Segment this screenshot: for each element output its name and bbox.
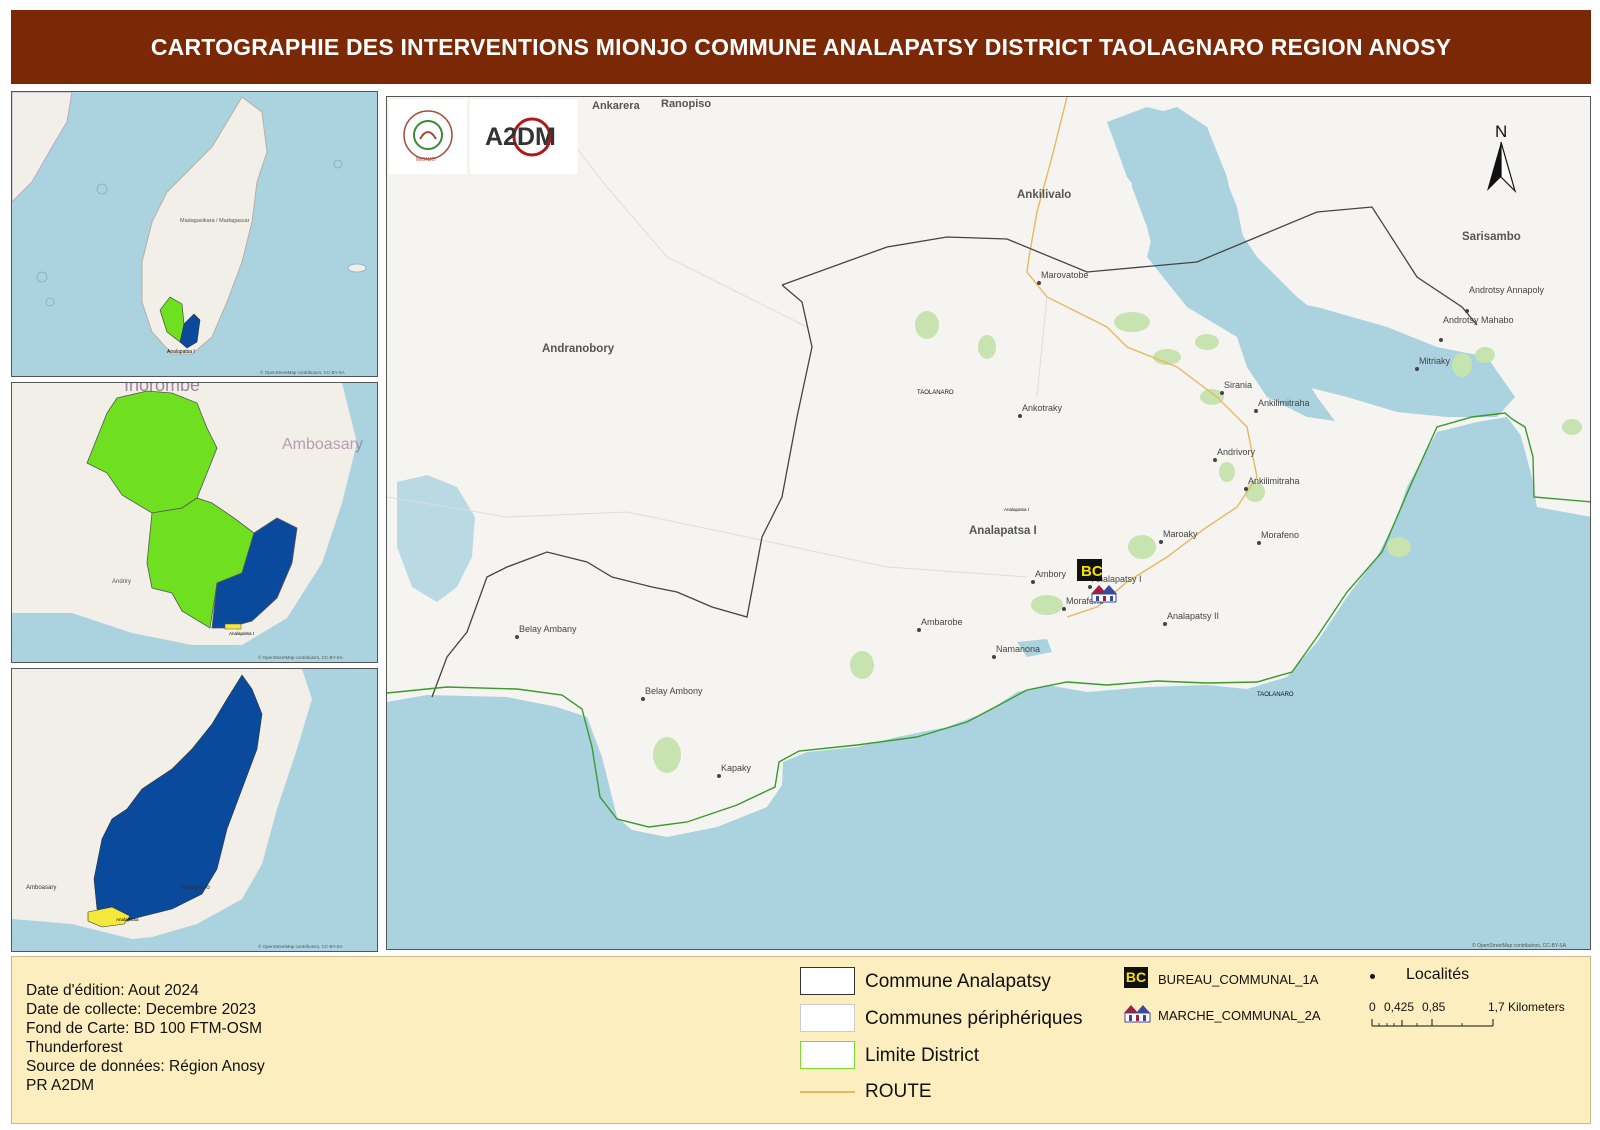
region-label-ankilivalo: Ankilivalo xyxy=(1017,189,1071,201)
region-label-analapatsa-small: Analapatsa I xyxy=(1004,507,1029,512)
meta-thunderforest: Thunderforest xyxy=(26,1039,123,1056)
legend-bureau-label: BUREAU_COMMUNAL_1A xyxy=(1158,972,1319,987)
title-bar: CARTOGRAPHIE DES INTERVENTIONS MIONJO CO… xyxy=(11,10,1591,84)
scale-bar xyxy=(1371,1019,1494,1027)
legend-bureau-icon: BC xyxy=(1124,967,1148,988)
svg-text:Ambarobe: Ambarobe xyxy=(921,617,963,627)
map-title: CARTOGRAPHIE DES INTERVENTIONS MIONJO CO… xyxy=(150,33,1452,60)
svg-text:Maroaky: Maroaky xyxy=(1163,529,1198,539)
svg-text:N: N xyxy=(1495,122,1507,141)
svg-text:Ambory: Ambory xyxy=(1035,569,1067,579)
meta-collecte: Date de collecte: Decembre 2023 xyxy=(26,1001,257,1018)
inset-3-selected-label: Analapatsa xyxy=(116,917,139,922)
legend-peripheriques-label: Communes périphériques xyxy=(865,1008,1083,1029)
inset-2-selected-label: Analapatsa I xyxy=(229,631,254,636)
svg-text:Ankilimitraha: Ankilimitraha xyxy=(1248,476,1300,486)
svg-text:BC: BC xyxy=(1081,563,1103,580)
main-map-attribution: © OpenStreetMap contributors, CC-BY-SA xyxy=(1472,942,1567,949)
inset-1-selected-label: Analapatsa I xyxy=(167,349,195,355)
svg-text:Marovatobe: Marovatobe xyxy=(1041,270,1089,280)
svg-text:Kapaky: Kapaky xyxy=(721,763,752,773)
svg-text:Sirania: Sirania xyxy=(1224,380,1252,390)
meta-fond: Fond de Carte: BD 100 FTM-OSM xyxy=(26,1020,263,1037)
region-label-taolanaro-west: TAOLANARO xyxy=(917,390,954,396)
region-label-taolanaro-south: TAOLANARO xyxy=(1257,692,1294,698)
legend-commune-swatch xyxy=(800,967,855,995)
svg-text:Androtsy Mahabo: Androtsy Mahabo xyxy=(1443,315,1514,325)
inset-3-town-label: Amboasary xyxy=(26,885,56,891)
region-label-andranobory: Andranobory xyxy=(542,343,615,355)
svg-text:Androtsy Annapoly: Androtsy Annapoly xyxy=(1469,285,1545,295)
legend-panel: Date d'édition: Aout 2024 Date de collec… xyxy=(11,956,1591,1124)
svg-text:Morafeno: Morafeno xyxy=(1261,530,1299,540)
svg-text:Namanona: Namanona xyxy=(996,644,1040,654)
scale-tick-0: 0 xyxy=(1369,1000,1376,1014)
scale-tick-1: 0,425 xyxy=(1384,1000,1415,1014)
svg-text:Ankilimitraha: Ankilimitraha xyxy=(1258,398,1310,408)
region-label-analapatsa: Analapatsa I xyxy=(969,525,1037,537)
inset-1-attribution: © OpenStreetMap contributors, CC-BY-SA xyxy=(260,369,345,375)
inset-2-area-label: Amboasary xyxy=(282,436,363,453)
legend-route-label: ROUTE xyxy=(865,1081,932,1102)
svg-text:Belay Ambany: Belay Ambany xyxy=(519,624,577,634)
main-map-svg: Andranobory Analapatsa I Ankilivalo Sari… xyxy=(387,97,1590,949)
legend-district-swatch xyxy=(800,1041,855,1069)
legend-district-label: Limite District xyxy=(865,1045,980,1066)
inset-1-country-label: Madagasikara / Madagascar xyxy=(180,218,250,224)
svg-text:Analapatsy II: Analapatsy II xyxy=(1167,611,1219,621)
legend-commune-label: Commune Analapatsy xyxy=(865,971,1051,992)
inset-map-madagascar: Madagasikara / Madagascar Analapatsa I ©… xyxy=(11,91,378,377)
legend-marche-label: MARCHE_COMMUNAL_2A xyxy=(1158,1008,1321,1023)
inset-3-svg: Amboasary Taolagnaro Analapatsa © OpenSt… xyxy=(12,669,377,951)
inset-2-place-label: Andriry xyxy=(112,579,131,585)
inset-3-city-label: Taolagnaro xyxy=(180,885,210,891)
inset-map-district: Ihorombe Amboasary Andriry Analapatsa I … xyxy=(11,382,378,663)
svg-text:Andrivory: Andrivory xyxy=(1217,447,1256,457)
legend-marche-icon xyxy=(1124,1005,1151,1023)
legend-localites-dot xyxy=(1370,974,1375,979)
region-label-ankarera: Ankarera xyxy=(592,100,641,112)
a2dm-logo-text: A2DM xyxy=(485,123,556,151)
svg-text:Mitriaky: Mitriaky xyxy=(1419,356,1450,366)
meta-pr: PR A2DM xyxy=(26,1077,95,1094)
mionjo-logo-text: MIONJO xyxy=(416,157,436,163)
scale-tick-2: 0,85 xyxy=(1422,1000,1446,1014)
svg-text:Belay Ambony: Belay Ambony xyxy=(645,686,703,696)
legend-localites-label: Localités xyxy=(1406,966,1470,983)
inset-2-svg: Ihorombe Amboasary Andriry Analapatsa I … xyxy=(12,383,377,662)
legend-route-swatch xyxy=(800,1091,855,1093)
legend-peripheriques-swatch xyxy=(800,1004,855,1032)
meta-source: Source de données: Région Anosy xyxy=(26,1058,265,1075)
inset-1-svg: Madagasikara / Madagascar Analapatsa I ©… xyxy=(12,92,377,376)
scale-tick-3: 1,7 Kilometers xyxy=(1488,1000,1565,1014)
region-label-sarisambo: Sarisambo xyxy=(1462,231,1521,243)
region-label-ranopiso: Ranopiso xyxy=(661,98,711,110)
inset-2-attribution: © OpenStreetMap contributors, CC-BY-SA xyxy=(258,654,343,660)
inset-3-attribution: © OpenStreetMap contributors, CC-BY-SA xyxy=(258,943,343,949)
bureau-communal-marker[interactable]: BC xyxy=(1077,559,1103,581)
svg-text:Ankotraky: Ankotraky xyxy=(1022,403,1063,413)
meta-edition: Date d'édition: Aout 2024 xyxy=(26,982,199,999)
main-map: Andranobory Analapatsa I Ankilivalo Sari… xyxy=(386,96,1591,950)
inset-map-commune: Amboasary Taolagnaro Analapatsa © OpenSt… xyxy=(11,668,378,952)
